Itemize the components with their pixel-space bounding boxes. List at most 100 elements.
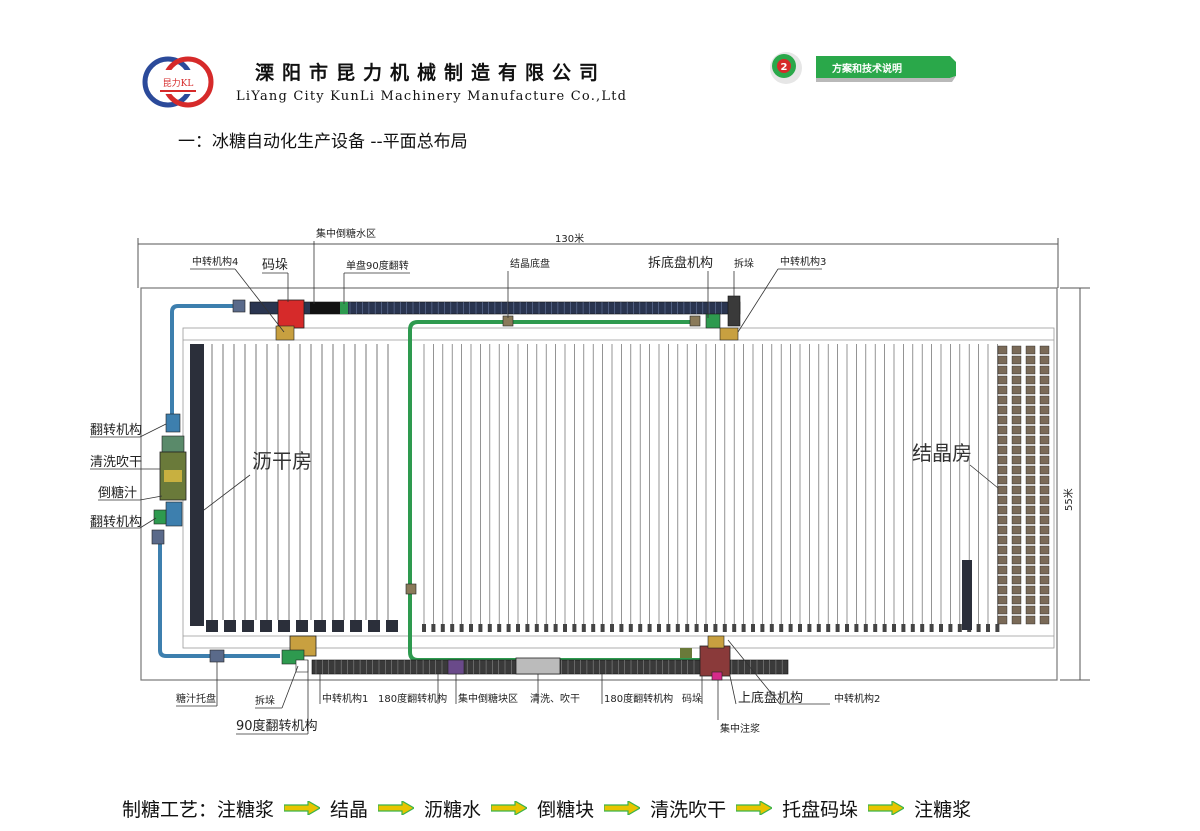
crystal-rack-base [666,624,671,632]
crystal-tray [997,525,1008,535]
crystal-room-conveyor [962,560,972,630]
crystal-tray [1011,445,1022,455]
crystal-rack-base [854,624,859,632]
transfer-3-unit [719,327,739,341]
process-step-4: 倒糖块 [537,798,595,821]
label-juice-tray: 糖汁托盘 [176,692,216,705]
crystal-tray [1025,485,1036,495]
crystal-tray [997,565,1008,575]
crystal-tray [1025,565,1036,575]
crystal-rack-base [450,624,455,632]
label-load-tray: 上底盘机构 [738,690,803,706]
crystal-tray [1011,415,1022,425]
crystal-rack-base [741,624,746,632]
drain-rack-base [314,620,326,632]
crystal-tray [1011,455,1022,465]
crystal-tray [997,575,1008,585]
crystal-tray [1025,605,1036,615]
top-unstack-unit [727,295,741,327]
crystal-rack-base [976,624,981,632]
crystal-rack-base [873,624,878,632]
crystal-tray [1039,505,1050,515]
crystal-tray [1025,435,1036,445]
crystal-room-label: 结晶房 [912,441,972,465]
crystal-tray [1039,415,1050,425]
crystal-rack-base [892,624,896,632]
crystal-tray [1011,585,1022,595]
crystal-tray [1025,525,1036,535]
crystal-tray [1025,475,1036,485]
crystal-rack-base [628,624,633,632]
crystal-tray [1039,515,1050,525]
crystal-tray [1039,605,1050,615]
crystal-tray [1039,405,1050,415]
crystal-rack-base [459,624,464,632]
crystal-tray [1011,565,1022,575]
crystal-rack-base [497,624,502,632]
crystal-tray [1011,535,1022,545]
crystal-tray [997,375,1008,385]
crystal-rack-base [732,624,737,632]
crystal-tray [1039,545,1050,555]
crystal-tray [1039,485,1050,495]
crystal-tray [1025,455,1036,465]
crystal-rack-base [920,624,925,632]
crystal-tray [1039,355,1050,365]
crystal-rack-base [422,624,426,632]
drain-rack-base [224,620,236,632]
crystal-tray [997,475,1008,485]
crystal-tray [997,345,1008,355]
crystal-tray [1039,385,1050,395]
crystal-tray [1025,415,1036,425]
crystal-rack-base [929,624,934,632]
crystal-tray [997,405,1008,415]
arrow-right-icon [736,801,773,815]
crystal-rack-base [431,624,436,632]
crystal-tray [1011,605,1022,615]
width-dimension [1060,287,1090,681]
crystal-rack-base [487,624,492,632]
crystal-rack-base [544,624,549,632]
crystal-tray [1039,555,1050,565]
crystal-tray [997,495,1008,505]
crystal-tray [1039,595,1050,605]
crystal-rack-base [816,624,821,632]
crystal-tray [997,435,1008,445]
bottom-stack-unit [699,645,731,677]
label-flip-180-b: 180度翻转机构 [604,692,673,705]
drain-rack-base [206,620,218,632]
crystal-tray [1025,425,1036,435]
crystal-tray [1025,465,1036,475]
arrow-right-icon [284,801,321,815]
crystal-rack-base [826,624,831,632]
drain-rack-base [242,620,254,632]
crystal-tray [1039,465,1050,475]
crystal-rack-base [694,624,699,632]
wash-blow-unit [515,657,561,675]
process-step-2: 结晶 [330,798,369,821]
crystal-rack-base [619,624,624,632]
label-flip-bottom: 翻转机构 [90,515,142,530]
crystal-tray [997,385,1008,395]
crystal-tray [1025,535,1036,545]
crystal-tray [997,445,1008,455]
drain-rack-base [386,620,398,632]
crystal-tray [1011,505,1022,515]
label-pour-juice: 倒糖汁 [98,485,137,501]
label-transfer-1: 中转机构1 [322,692,368,705]
crystal-rack-base [506,624,511,632]
label-pour-syrup: 集中注浆 [720,722,760,735]
label-unstack-top: 拆垛 [734,257,754,270]
crystal-rack-base [600,624,605,632]
green-line [408,320,700,662]
crystal-tray [1011,405,1022,415]
crystal-rack-base [788,624,793,632]
crystal-rack-base [901,624,906,632]
crystal-tray [1039,365,1050,375]
transfer-4-unit [275,325,295,341]
crystal-tray [1025,405,1036,415]
crystal-rack-base [751,624,755,632]
crystal-rack-base [722,624,727,632]
arrow-right-icon [491,801,528,815]
crystal-tray [1011,615,1022,625]
